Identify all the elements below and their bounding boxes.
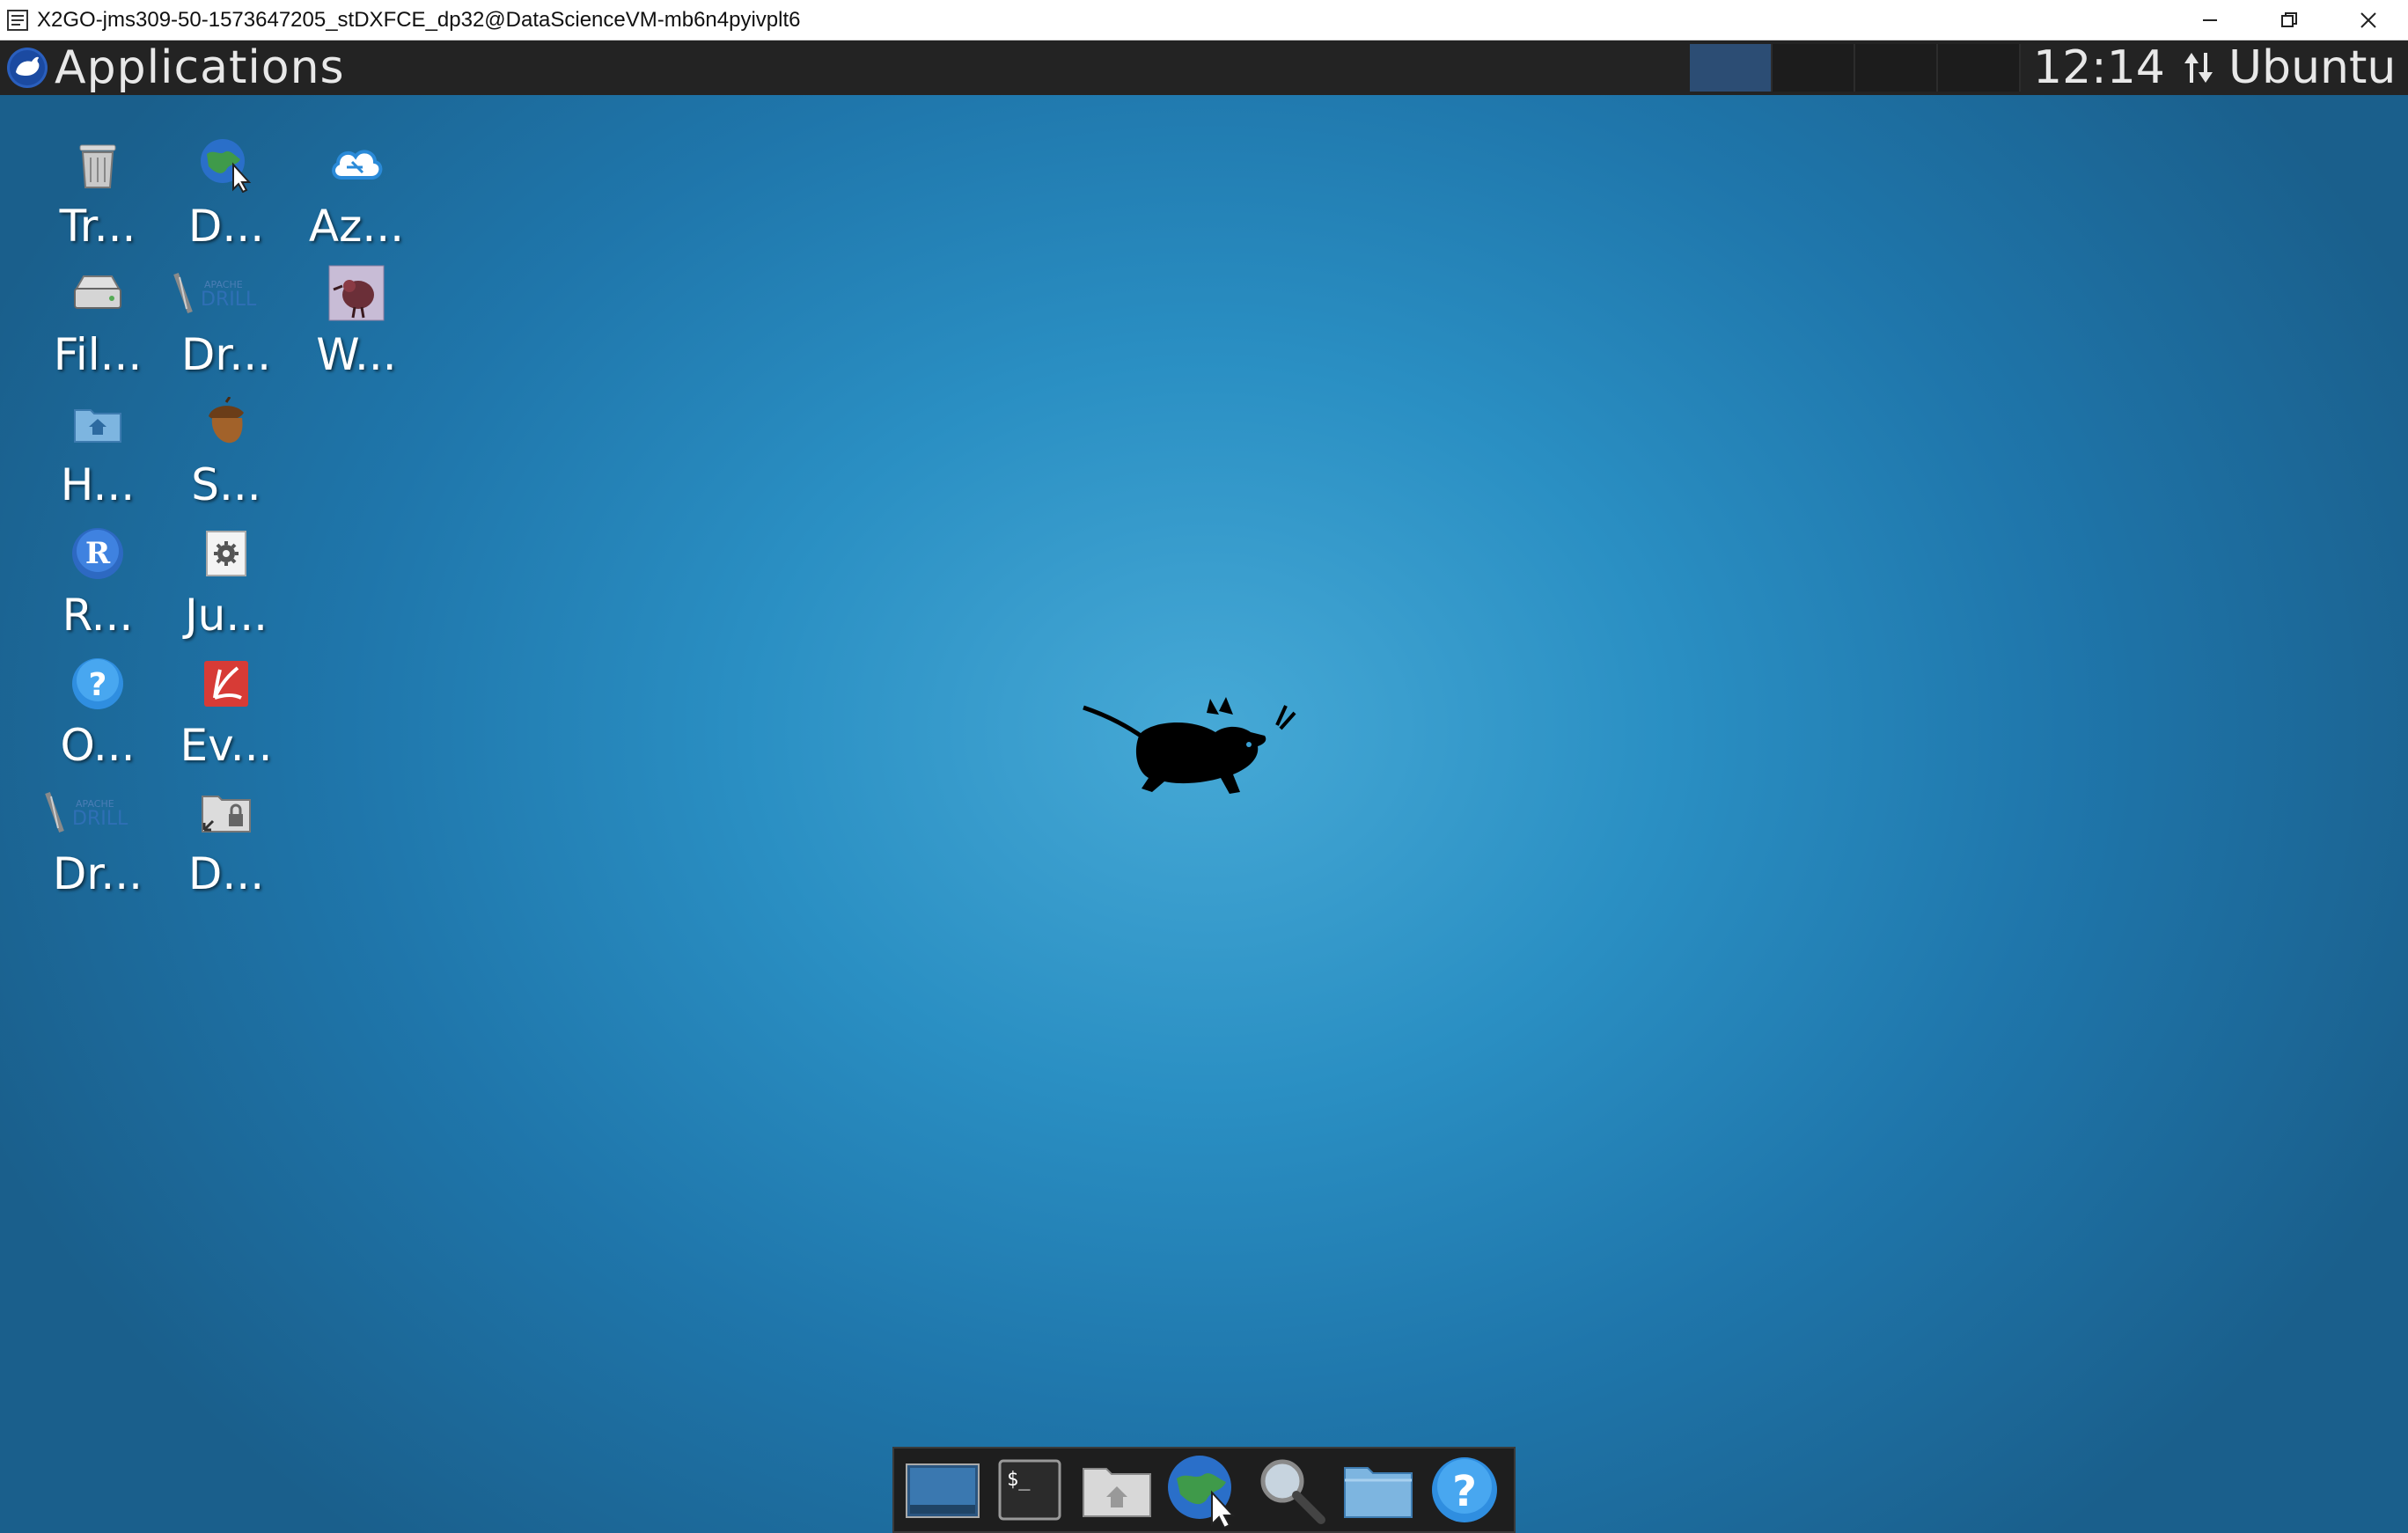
help-question-icon: ?	[67, 653, 128, 715]
desktop-icon-label: Dr...	[180, 329, 272, 380]
desktop-icon-weka[interactable]: W...	[292, 259, 421, 389]
dock-web-browser[interactable]	[1164, 1450, 1244, 1529]
desktop-icon-jupyter[interactable]: Ju...	[162, 519, 290, 649]
desktop-icon-label: D...	[187, 201, 265, 252]
weka-bird-icon	[326, 262, 387, 324]
host-window-title: X2GO-jms309-50-1573647205_stDXFCE_dp32@D…	[37, 7, 801, 32]
svg-text:DRILL: DRILL	[72, 808, 128, 830]
r-language-icon: R	[67, 523, 128, 584]
dock-files[interactable]	[1339, 1450, 1418, 1529]
locked-folder-icon	[195, 781, 257, 843]
desktop-icon-label: D...	[187, 848, 265, 899]
desktop-icon-label: Tr...	[59, 201, 136, 252]
restore-icon[interactable]	[2250, 0, 2329, 40]
desktop-icon-squirrel[interactable]: S...	[162, 389, 290, 519]
show-desktop-icon	[906, 1463, 980, 1518]
terminal-icon: $_	[998, 1459, 1061, 1521]
apache-drill-icon: APACHE DRILL	[42, 781, 153, 843]
desktop-icon-label: Fil...	[53, 329, 143, 380]
svg-text:?: ?	[1453, 1467, 1478, 1516]
file-system-drive-icon	[67, 262, 128, 324]
desktop[interactable]: Tr... Fil... H... R R... ? O... APACHE DR…	[0, 95, 2408, 1533]
desktop-icon-browser[interactable]: D...	[162, 130, 290, 260]
network-transfer-icon[interactable]	[2181, 49, 2216, 86]
xfce-mouse-logo	[1083, 697, 1296, 794]
applications-menu-button[interactable]: Applications	[0, 40, 345, 95]
home-folder-icon	[67, 392, 128, 454]
apache-drill-icon: APACHE DRILL	[171, 262, 282, 324]
bottom-dock: $_ ?	[892, 1447, 1516, 1533]
desktop-icon-label: H...	[60, 459, 136, 510]
desktop-icon-drill-2[interactable]: APACHE DRILL Dr...	[33, 778, 162, 908]
x2go-window-icon	[4, 6, 32, 34]
top-panel: Applications 12:14 Ubuntu	[0, 40, 2408, 95]
desktop-icon-label: Az...	[308, 201, 405, 252]
web-browser-icon	[195, 134, 257, 195]
desktop-icon-r[interactable]: R R...	[33, 519, 162, 649]
trash-icon	[67, 134, 128, 195]
desktop-icon-label: R...	[62, 590, 134, 641]
minimize-icon[interactable]	[2170, 0, 2250, 40]
desktop-icon-label: Dr...	[52, 848, 143, 899]
desktop-icon-label: O...	[60, 720, 136, 771]
window-controls	[2170, 0, 2408, 40]
workspace-2[interactable]	[1773, 44, 1855, 92]
web-browser-icon	[1167, 1456, 1236, 1528]
desktop-icon-label: Ev...	[180, 720, 273, 771]
svg-text:$_: $_	[1007, 1469, 1031, 1491]
svg-text:DRILL: DRILL	[201, 289, 257, 311]
svg-text:?: ?	[89, 667, 107, 703]
desktop-icon-locked-folder[interactable]: D...	[162, 778, 290, 908]
dock-show-desktop[interactable]	[903, 1450, 982, 1529]
home-folder-icon	[1083, 1468, 1152, 1517]
desktop-icon-drill[interactable]: APACHE DRILL Dr...	[162, 259, 290, 389]
squirrel-acorn-icon	[195, 392, 257, 454]
desktop-icon-trash[interactable]: Tr...	[33, 130, 162, 260]
workspace-4[interactable]	[1938, 44, 2021, 92]
desktop-icon-file-system[interactable]: Fil...	[33, 259, 162, 389]
desktop-icon-home[interactable]: H...	[33, 389, 162, 519]
desktop-icon-help[interactable]: ? O...	[33, 649, 162, 780]
panel-user-menu[interactable]: Ubuntu	[2228, 40, 2396, 95]
jupyter-settings-icon	[195, 523, 257, 584]
applications-menu-label: Applications	[55, 41, 345, 94]
dock-terminal[interactable]: $_	[990, 1450, 1069, 1529]
evince-document-icon	[195, 653, 257, 715]
panel-clock[interactable]: 12:14	[2033, 40, 2165, 95]
help-question-icon: ?	[1432, 1457, 1498, 1522]
files-folder-icon	[1343, 1467, 1413, 1518]
xfce-logo-icon	[7, 48, 48, 88]
desktop-icon-label: Ju...	[184, 590, 268, 641]
dock-help[interactable]: ?	[1425, 1450, 1504, 1529]
azure-cloud-icon	[326, 134, 387, 195]
desktop-icon-evince[interactable]: Ev...	[162, 649, 290, 780]
desktop-icon-azure[interactable]: Az...	[292, 130, 421, 260]
search-magnifier-icon	[1260, 1459, 1325, 1524]
svg-text:R: R	[85, 536, 111, 571]
dock-search[interactable]	[1252, 1450, 1331, 1529]
workspace-3[interactable]	[1855, 44, 1938, 92]
dock-home-folder[interactable]	[1077, 1450, 1156, 1529]
desktop-icon-label: W...	[316, 329, 397, 380]
host-window-titlebar[interactable]: X2GO-jms309-50-1573647205_stDXFCE_dp32@D…	[0, 0, 2408, 40]
desktop-icon-label: S...	[191, 459, 261, 510]
workspace-1[interactable]	[1690, 44, 1773, 92]
close-icon[interactable]	[2329, 0, 2408, 40]
workspace-switcher	[1690, 44, 2021, 92]
